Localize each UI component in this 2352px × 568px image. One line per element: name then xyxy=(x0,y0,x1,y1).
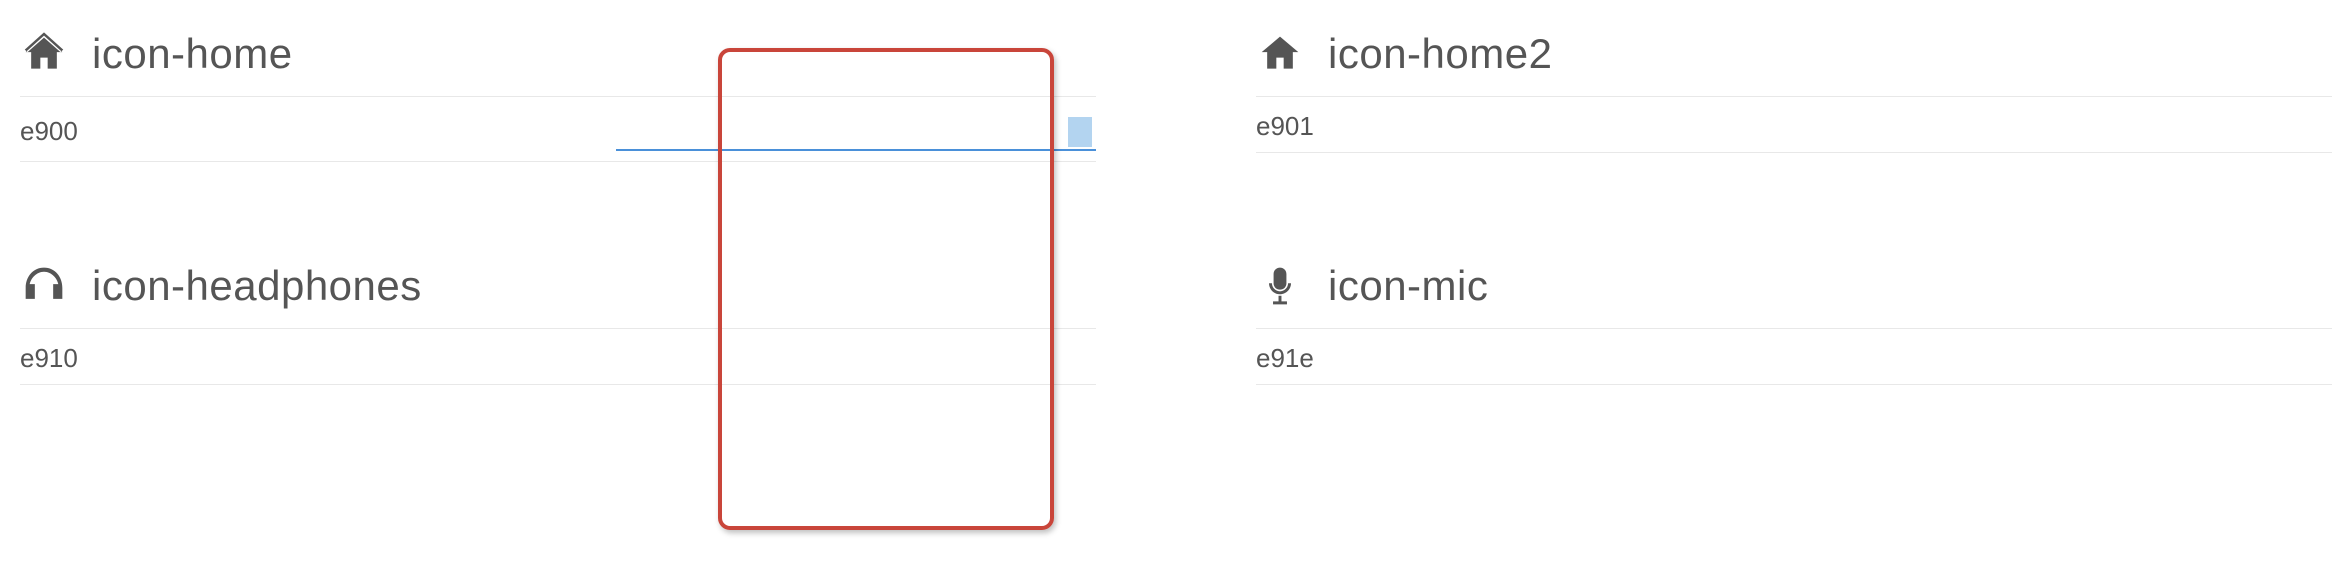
headphones-icon xyxy=(20,262,68,310)
icon-name-label: icon-home2 xyxy=(1328,30,1552,78)
icon-name-label: icon-headphones xyxy=(92,262,422,310)
code-row: e901 xyxy=(1256,97,2332,153)
code-row: e91e xyxy=(1256,329,2332,385)
icon-row: icon-home2 xyxy=(1256,30,2332,97)
code-text: e910 xyxy=(20,343,78,374)
icon-name-label: icon-home xyxy=(92,30,293,78)
mic-icon xyxy=(1256,262,1304,310)
text-selection-highlight xyxy=(1068,117,1092,147)
icon-cell-home2: icon-home2 e901 xyxy=(1256,30,2332,262)
code-row: e900 xyxy=(20,97,1096,162)
icon-cell-mic: icon-mic e91e xyxy=(1256,262,2332,485)
icon-cell-headphones: icon-headphones e910 xyxy=(20,262,1096,485)
icon-row: icon-headphones xyxy=(20,262,1096,329)
code-text: e901 xyxy=(1256,111,1314,142)
icon-cell-home: icon-home e900 xyxy=(20,30,1096,262)
icon-row: icon-mic xyxy=(1256,262,2332,329)
code-row: e910 xyxy=(20,329,1096,385)
home2-icon xyxy=(1256,30,1304,78)
code-text: e91e xyxy=(1256,343,1314,374)
code-input-wrap xyxy=(616,111,1096,151)
icon-row: icon-home xyxy=(20,30,1096,97)
code-input[interactable] xyxy=(616,111,1096,151)
code-text: e900 xyxy=(20,116,78,147)
icon-name-label: icon-mic xyxy=(1328,262,1488,310)
home-icon xyxy=(20,30,68,78)
